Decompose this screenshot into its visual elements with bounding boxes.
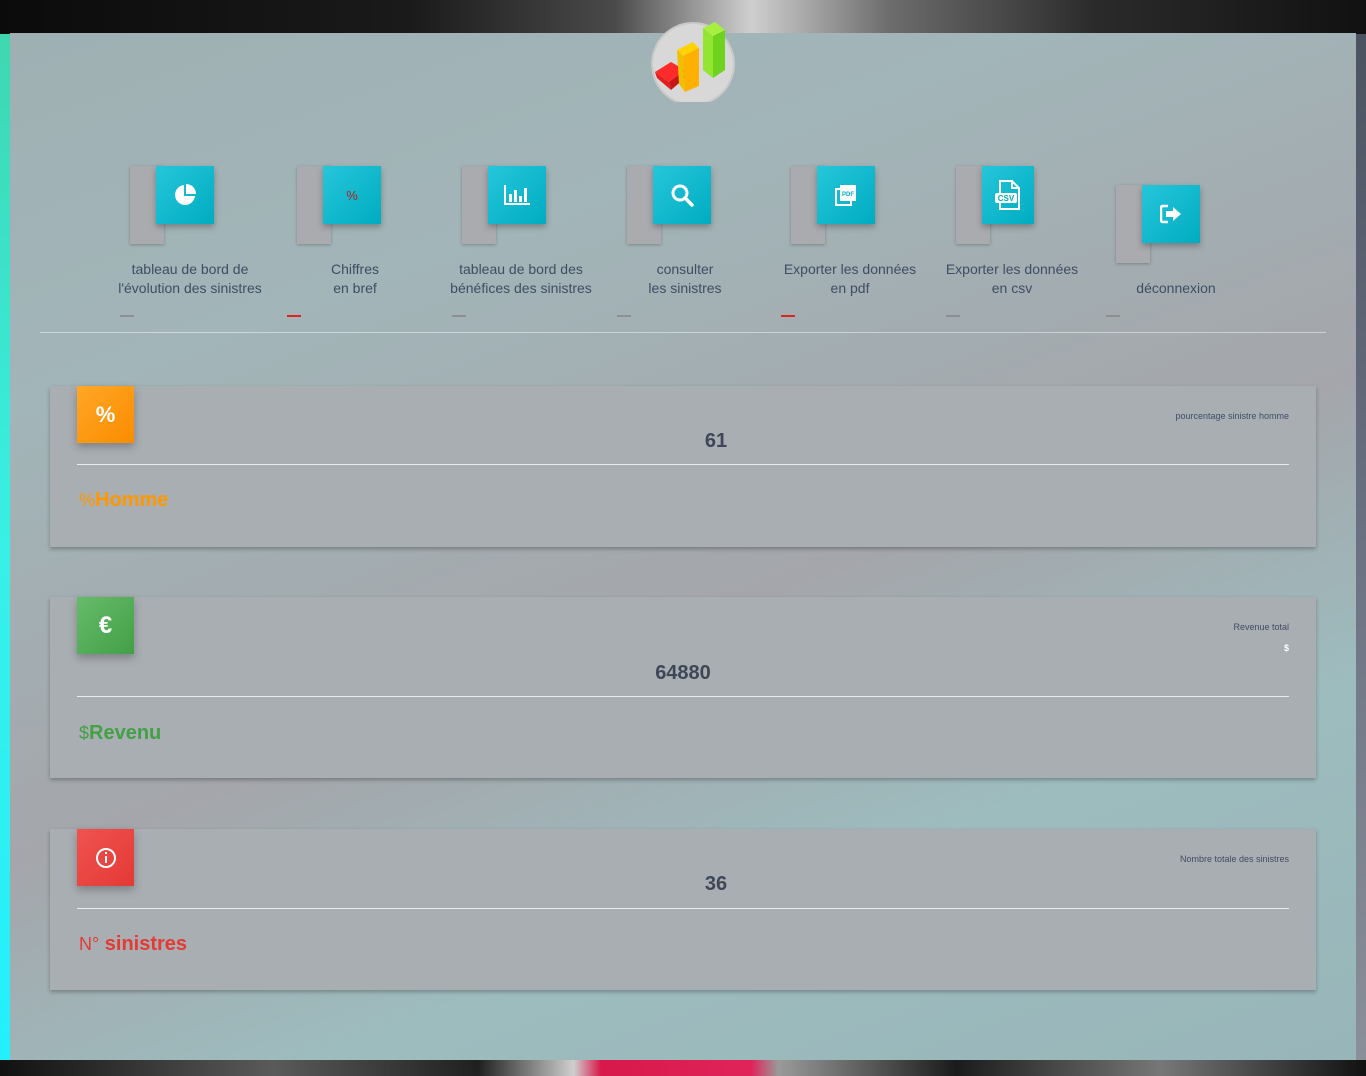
card-footer-label: Revenu bbox=[89, 722, 162, 744]
nav-export-csv-button[interactable]: CSV bbox=[982, 166, 1034, 224]
card-category: Revenue total bbox=[1233, 622, 1289, 632]
stat-card-men-percentage: % pourcentage sinistre homme 61 %Homme bbox=[50, 386, 1316, 547]
nav-label-export-csv[interactable]: Exporter les données en csv bbox=[922, 260, 1102, 298]
nav-label-line2: l'évolution des sinistres bbox=[118, 280, 262, 296]
nav-dash bbox=[946, 315, 960, 317]
euro-icon: € bbox=[77, 597, 134, 654]
nav-search-claims-button[interactable] bbox=[653, 166, 711, 224]
logout-button[interactable] bbox=[1142, 185, 1200, 243]
nav-label-export-pdf[interactable]: Exporter les données en pdf bbox=[760, 260, 940, 298]
card-footer-prefix: N° bbox=[79, 934, 100, 954]
nav-label-line1: Chiffres bbox=[331, 261, 379, 277]
card-divider bbox=[77, 908, 1289, 909]
background-bottom bbox=[0, 1060, 1366, 1076]
nav-label-line2: en csv bbox=[991, 280, 1033, 296]
stat-card-claims-count: Nombre totale des sinistres 36 N° sinist… bbox=[50, 829, 1316, 990]
csv-icon: CSV bbox=[995, 180, 1020, 210]
card-footer-label: sinistres bbox=[104, 933, 188, 955]
nav-label-line1: consulter bbox=[656, 261, 714, 277]
app-logo-icon bbox=[651, 22, 735, 102]
search-icon bbox=[671, 184, 694, 207]
nav-dash bbox=[617, 315, 631, 317]
nav-dash bbox=[287, 315, 301, 317]
nav-label-line1: déconnexion bbox=[1136, 280, 1216, 296]
card-footer: $Revenu bbox=[79, 722, 161, 745]
nav-dashboard-evolution-button[interactable] bbox=[156, 166, 214, 224]
nav-label-line1: Exporter les données bbox=[783, 261, 917, 277]
card-divider bbox=[77, 696, 1289, 697]
card-footer: %Homme bbox=[79, 489, 168, 512]
nav-label-line1: Exporter les données bbox=[945, 261, 1079, 277]
card-icon-text: € bbox=[98, 611, 113, 639]
nav-dash bbox=[120, 315, 134, 317]
nav-label-line2: en pdf bbox=[830, 280, 870, 296]
nav-dashboard-benefits-button[interactable] bbox=[488, 166, 546, 224]
pie-chart-icon bbox=[175, 184, 196, 205]
nav-label-line1: tableau de bord des bbox=[459, 261, 583, 277]
pdf-icon: PDF bbox=[835, 185, 856, 206]
nav-figures-button[interactable]: % bbox=[323, 166, 381, 224]
card-value: 64880 bbox=[655, 662, 711, 684]
nav-dash bbox=[781, 315, 795, 317]
nav-label-line2: en bref bbox=[333, 280, 377, 296]
card-category-currency: $ bbox=[1283, 643, 1289, 653]
nav-dash bbox=[1106, 315, 1120, 317]
csv-icon-text: CSV bbox=[998, 194, 1015, 203]
nav-export-pdf-button[interactable]: PDF bbox=[817, 166, 875, 224]
card-value: 36 bbox=[704, 873, 728, 895]
logout-icon bbox=[1160, 204, 1181, 224]
nav-label-figures[interactable]: Chiffres en bref bbox=[265, 260, 445, 298]
nav-label-line1: tableau de bord de bbox=[131, 261, 249, 277]
background-left bbox=[0, 34, 10, 1060]
nav-dash bbox=[452, 315, 466, 317]
nav-divider bbox=[40, 332, 1326, 333]
card-icon-text: % bbox=[95, 401, 116, 427]
card-footer-prefix: % bbox=[79, 490, 96, 510]
nav-label-search-claims[interactable]: consulter les sinistres bbox=[595, 260, 775, 298]
card-category: pourcentage sinistre homme bbox=[1175, 411, 1289, 421]
card-footer-prefix: $ bbox=[79, 723, 90, 743]
card-divider bbox=[77, 464, 1289, 465]
card-footer: N° sinistres bbox=[79, 933, 187, 956]
nav-label-dashboard-benefits[interactable]: tableau de bord des bénéfices des sinist… bbox=[431, 260, 611, 298]
bar-chart-icon bbox=[504, 185, 530, 205]
nav-label-line2: les sinistres bbox=[648, 280, 722, 296]
info-circle-icon bbox=[95, 847, 116, 868]
card-category: Nombre totale des sinistres bbox=[1179, 854, 1289, 864]
pdf-icon-text: PDF bbox=[842, 192, 854, 198]
nav-label-logout[interactable]: déconnexion bbox=[1086, 279, 1266, 298]
card-value: 61 bbox=[704, 430, 728, 452]
background-right bbox=[1356, 34, 1366, 1060]
nav-label-dashboard-evolution[interactable]: tableau de bord de l'évolution des sinis… bbox=[100, 260, 280, 298]
main-panel: tableau de bord de l'évolution des sinis… bbox=[10, 22, 1356, 1060]
card-footer-label: Homme bbox=[95, 489, 169, 511]
nav-label-line2: bénéfices des sinistres bbox=[450, 280, 592, 296]
stat-card-revenue: € Revenue total $ 64880 $Revenu bbox=[50, 597, 1316, 778]
percent-icon: % bbox=[346, 187, 358, 203]
